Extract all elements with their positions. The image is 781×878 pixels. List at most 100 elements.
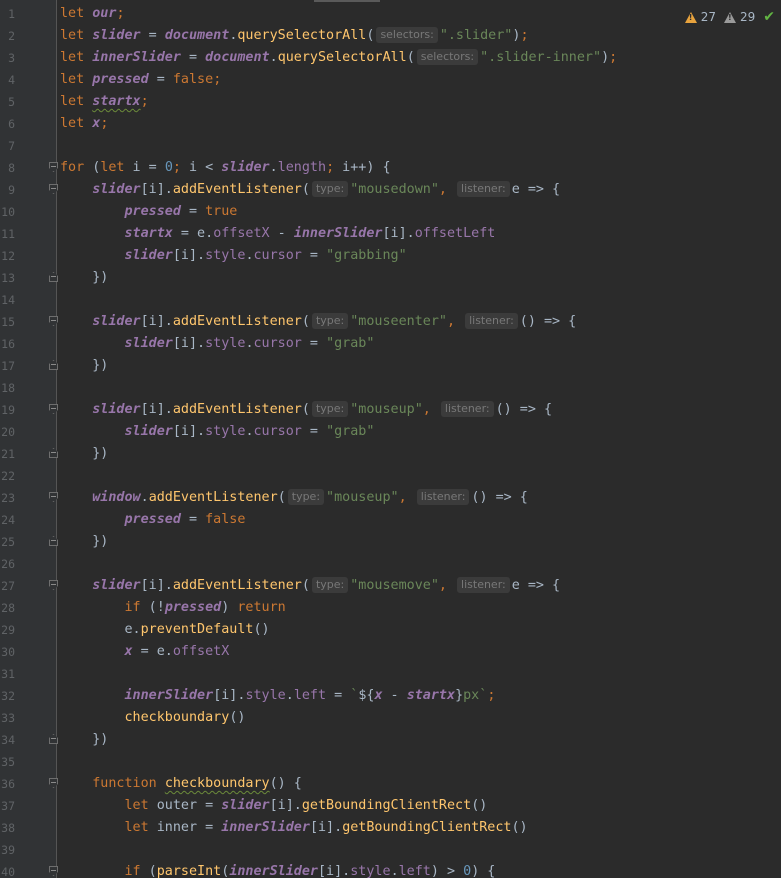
code-text: pressed = true <box>60 201 238 223</box>
line-number: 18 <box>1 381 15 395</box>
code-text: }) <box>60 531 108 553</box>
code-line[interactable]: 3 let innerSlider = document.querySelecto… <box>0 47 781 69</box>
code-text: let inner = innerSlider[i].getBoundingCl… <box>60 817 528 839</box>
horizontal-scroll-thumb[interactable] <box>314 0 380 2</box>
code-text: slider[i].addEventListener(type: "mousemo… <box>60 575 560 597</box>
line-number: 10 <box>1 205 15 219</box>
line-number: 22 <box>1 469 15 483</box>
code-line[interactable]: 6 let x; <box>0 113 781 135</box>
code-line[interactable]: 9 slider[i].addEventListener(type: "mouse… <box>0 179 781 201</box>
code-line[interactable]: 1 let our; <box>0 3 781 25</box>
inspection-widget[interactable]: 27 29 ✔ <box>684 9 775 25</box>
code-line[interactable]: 21 }) <box>0 443 781 465</box>
code-token: let <box>60 94 85 109</box>
fold-end-icon[interactable] <box>49 536 58 546</box>
code-line[interactable]: 28 if (!pressed) return <box>0 597 781 619</box>
code-token: startx <box>92 94 141 109</box>
code-line[interactable]: 31 <box>0 663 781 685</box>
fold-collapse-icon[interactable] <box>49 778 58 788</box>
code-token: let <box>100 160 125 175</box>
code-token: style <box>205 336 246 351</box>
code-line[interactable]: 22 <box>0 465 781 487</box>
code-token: ; <box>487 688 496 703</box>
code-token: slider <box>221 160 270 175</box>
fold-collapse-icon[interactable] <box>49 184 58 194</box>
code-line[interactable]: 7 <box>0 135 781 157</box>
fold-end-icon[interactable] <box>49 448 58 458</box>
code-line[interactable]: 40 if (parseInt(innerSlider[i].style.lef… <box>0 861 781 878</box>
code-line[interactable]: 25 }) <box>0 531 781 553</box>
code-line[interactable]: 18 <box>0 377 781 399</box>
code-line[interactable]: 4 let pressed = false; <box>0 69 781 91</box>
code-text: let our; <box>60 3 125 25</box>
code-token: = <box>180 512 206 527</box>
code-line[interactable]: 26 <box>0 553 781 575</box>
code-token: = <box>301 248 327 263</box>
code-line[interactable]: 23 window.addEventListener(type: "mouseup… <box>0 487 781 509</box>
fold-collapse-icon[interactable] <box>49 404 58 414</box>
fold-end-icon[interactable] <box>49 360 58 370</box>
fold-end-icon[interactable] <box>49 734 58 744</box>
fold-collapse-icon[interactable] <box>49 866 58 876</box>
code-line[interactable]: 17 }) <box>0 355 781 377</box>
code-token: [i]. <box>140 402 173 417</box>
code-token: addEventListener <box>148 490 278 505</box>
code-line[interactable]: 8 for (let i = 0; i < slider.length; i++)… <box>0 157 781 179</box>
code-line[interactable]: 20 slider[i].style.cursor = "grab" <box>0 421 781 443</box>
code-token: getBoundingClientRect <box>342 820 512 835</box>
code-line[interactable]: 15 slider[i].addEventListener(type: "mous… <box>0 311 781 333</box>
parameter-hint: type: <box>311 181 349 197</box>
code-token: . <box>269 160 278 175</box>
code-line[interactable]: 13 }) <box>0 267 781 289</box>
code-line[interactable]: 24 pressed = false <box>0 509 781 531</box>
code-token: slider <box>92 402 141 417</box>
code-token: left <box>293 688 327 703</box>
code-line[interactable]: 27 slider[i].addEventListener(type: "mous… <box>0 575 781 597</box>
code-line[interactable]: 29 e.preventDefault() <box>0 619 781 641</box>
line-number: 37 <box>1 799 15 813</box>
code-line[interactable]: 35 <box>0 751 781 773</box>
code-token: = <box>140 28 165 43</box>
code-text: innerSlider[i].style.left = `${x - start… <box>60 685 496 707</box>
code-token: [i]. <box>318 864 351 878</box>
line-number: 20 <box>1 425 15 439</box>
fold-collapse-icon[interactable] <box>49 492 58 502</box>
code-line[interactable]: 34 }) <box>0 729 781 751</box>
code-line[interactable]: 11 startx = e.offsetX - innerSlider[i].o… <box>0 223 781 245</box>
line-number: 30 <box>1 645 15 659</box>
code-line[interactable]: 19 slider[i].addEventListener(type: "mous… <box>0 399 781 421</box>
fold-end-icon[interactable] <box>49 272 58 282</box>
code-line[interactable]: 14 <box>0 289 781 311</box>
code-line[interactable]: 2 let slider = document.querySelectorAll(… <box>0 25 781 47</box>
code-token: "grabbing" <box>326 248 407 263</box>
code-line[interactable]: 33 checkboundary() <box>0 707 781 729</box>
fold-collapse-icon[interactable] <box>49 316 58 326</box>
code-line[interactable]: 39 <box>0 839 781 861</box>
code-token: ; <box>609 50 618 65</box>
code-line[interactable]: 12 slider[i].style.cursor = "grabbing" <box>0 245 781 267</box>
fold-collapse-icon[interactable] <box>49 580 58 590</box>
code-line[interactable]: 30 x = e.offsetX <box>0 641 781 663</box>
code-token: ${ <box>358 688 375 703</box>
code-line[interactable]: 32 innerSlider[i].style.left = `${x - st… <box>0 685 781 707</box>
code-token: "mouseup" <box>326 490 399 505</box>
code-line[interactable]: 38 let inner = innerSlider[i].getBoundin… <box>0 817 781 839</box>
code-line[interactable]: 10 pressed = true <box>0 201 781 223</box>
code-token: our <box>92 6 117 21</box>
code-token: = <box>180 50 206 65</box>
code-token: innerSlider <box>229 864 318 878</box>
code-line[interactable]: 37 let outer = slider[i].getBoundingClie… <box>0 795 781 817</box>
code-token: document <box>164 28 230 43</box>
code-line[interactable]: 5 let startx; <box>0 91 781 113</box>
code-editor[interactable]: 1 let our; 2 let slider = document.querySel… <box>0 0 781 878</box>
code-line[interactable]: 36 function checkboundary() { <box>0 773 781 795</box>
line-number: 31 <box>1 667 15 681</box>
code-token: "mousemove" <box>350 578 439 593</box>
code-line[interactable]: 16 slider[i].style.cursor = "grab" <box>0 333 781 355</box>
fold-collapse-icon[interactable] <box>49 162 58 172</box>
code-token: ( <box>301 314 310 329</box>
